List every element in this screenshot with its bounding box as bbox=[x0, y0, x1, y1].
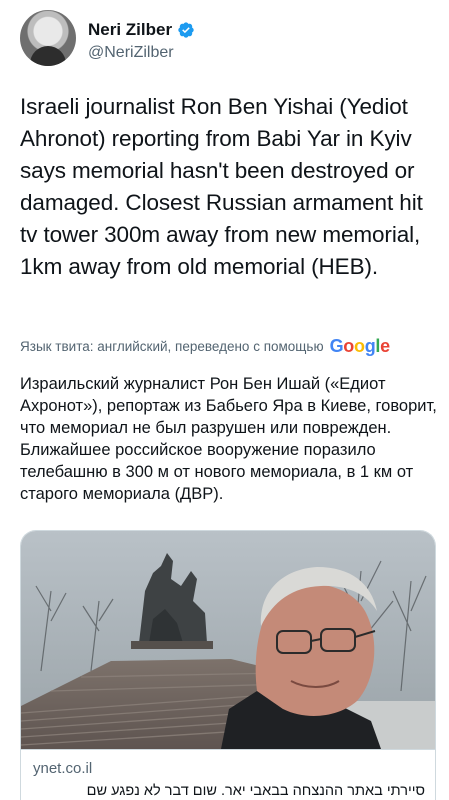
link-card-footer: ynet.co.il סיירתי באתר ההנצחה בבאבי יאר.… bbox=[21, 749, 435, 800]
author-display-name[interactable]: Neri Zilber bbox=[88, 20, 172, 40]
translated-text: Израильский журналист Рон Бен Ишай («Еди… bbox=[20, 375, 437, 503]
author-handle[interactable]: @NeriZilber bbox=[88, 44, 174, 62]
link-card[interactable]: ynet.co.il סיירתי באתר ההנצחה בבאבי יאר.… bbox=[20, 530, 436, 800]
verified-badge-icon bbox=[178, 22, 194, 38]
google-logo: Google bbox=[329, 336, 391, 356]
link-card-title[interactable]: סיירתי באתר ההנצחה בבאבי יאר. שום דבר לא… bbox=[87, 783, 425, 799]
tweet-header: Neri Zilber @NeriZilber bbox=[20, 10, 429, 70]
link-card-image bbox=[21, 531, 435, 749]
avatar[interactable] bbox=[20, 10, 76, 66]
author-name-row: Neri Zilber bbox=[88, 20, 195, 40]
tweet-text: Israeli journalist Ron Ben Yishai (Yedio… bbox=[20, 94, 423, 279]
translation-attribution: Язык твита: английский, переведено с пом… bbox=[20, 336, 440, 357]
translation-label[interactable]: Язык твита: английский, переведено с пом… bbox=[20, 339, 324, 354]
link-card-domain[interactable]: ynet.co.il bbox=[33, 760, 92, 777]
